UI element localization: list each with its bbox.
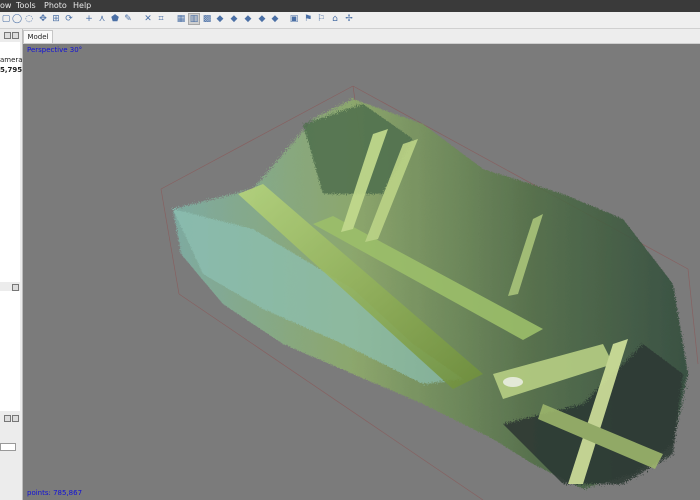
point-cloud-body [173, 99, 688, 489]
toolbar: ▢ ◯ ◌ ✥ ⊞ ⟳ + ⋏ ⬟ ✎ ✕ ⌗ ▦ ▥ ▩ ◆ ◆ ◆ ◆ ◆ … [0, 12, 700, 29]
textured2-icon[interactable]: ◆ [257, 14, 267, 24]
add-point-icon[interactable]: + [84, 14, 94, 24]
menu-tools[interactable]: Tools [16, 0, 36, 12]
panel-slider[interactable] [0, 443, 16, 451]
crop-icon[interactable]: ⌗ [156, 14, 166, 24]
measure-icon[interactable]: ✎ [123, 14, 133, 24]
camera-count: 5,795 [0, 66, 23, 74]
camera-icon[interactable]: ▣ [289, 14, 299, 24]
select-icon[interactable]: ▢ [1, 14, 11, 24]
projection-label: Perspective 30° [27, 46, 83, 54]
reference-panel [0, 291, 20, 411]
rotate-icon[interactable]: ⟳ [64, 14, 74, 24]
camera-label: amera [0, 56, 23, 64]
panel2-close-icon[interactable] [12, 284, 19, 291]
ellipse-select-icon[interactable]: ◯ [12, 14, 22, 24]
flag-icon[interactable]: ⚐ [316, 14, 326, 24]
filter-icon[interactable]: ⚑ [303, 14, 313, 24]
tab-model[interactable]: Model [23, 30, 53, 43]
menu-window[interactable]: ow [0, 0, 11, 12]
ruler-icon[interactable]: ⋏ [97, 14, 107, 24]
model-icon[interactable]: ◆ [270, 14, 280, 24]
points-view-icon[interactable]: ▩ [202, 14, 212, 24]
grid-icon[interactable]: ▦ [176, 14, 186, 24]
model-viewport[interactable]: Perspective 30° points: 785,867 [23, 44, 700, 500]
menu-help[interactable]: Help [73, 0, 91, 12]
home-icon[interactable]: ⌂ [330, 14, 340, 24]
free-select-icon[interactable]: ◌ [24, 14, 34, 24]
workspace-list [0, 42, 20, 282]
menu-photo[interactable]: Photo [44, 0, 67, 12]
points-count-label: points: 785,867 [27, 489, 83, 497]
panel3-close-icon[interactable] [12, 415, 19, 422]
delete-icon[interactable]: ✕ [143, 14, 153, 24]
dense-cloud-icon[interactable]: ◆ [215, 14, 225, 24]
navigate-icon[interactable]: ✥ [38, 14, 48, 24]
left-panel: amera 5,795 [0, 29, 23, 500]
move-icon[interactable]: ✢ [344, 14, 354, 24]
shape-icon[interactable]: ⬟ [110, 14, 120, 24]
zoom-icon[interactable]: ⊞ [51, 14, 61, 24]
solid-view-icon[interactable]: ▥ [188, 13, 200, 25]
panel-close-icon[interactable] [12, 32, 19, 39]
mesh-icon[interactable]: ◆ [229, 14, 239, 24]
tab-bar: Model [0, 29, 700, 44]
menu-bar: ow Tools Photo Help [0, 0, 700, 12]
panel-float-icon[interactable] [4, 32, 11, 39]
textured-icon[interactable]: ◆ [243, 14, 253, 24]
panel3-float-icon[interactable] [4, 415, 11, 422]
point-cloud-render [160, 85, 699, 500]
